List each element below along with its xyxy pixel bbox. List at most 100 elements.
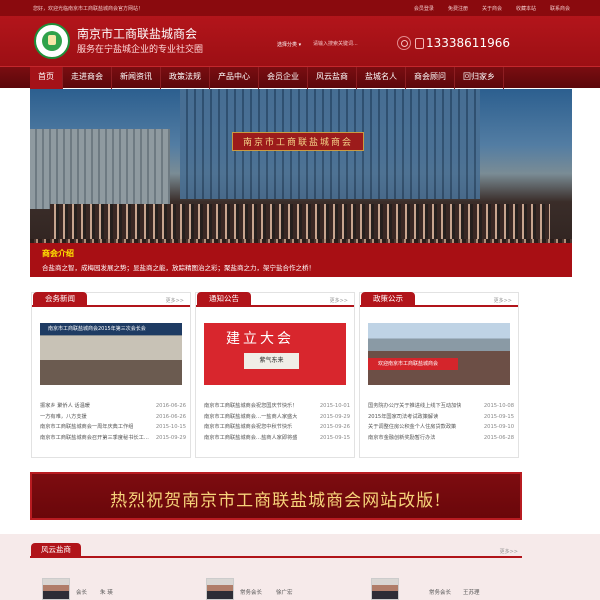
item-date: 2015-09-15 bbox=[319, 434, 350, 441]
nav-item-about[interactable]: 走进商会 bbox=[63, 67, 112, 89]
banner-sign: 南京市工商联盐城商会 bbox=[232, 132, 365, 151]
leaders-section: 风云盐商 更多>> 会长 朱 瑛 常务会长 徐广宏 常务会长 王苏理 bbox=[0, 534, 600, 600]
list-item[interactable]: 南京市工商联盐城商会…盐商人家即将盛 2015-09-15 bbox=[204, 433, 350, 444]
nav-item-celebrities[interactable]: 盐城名人 bbox=[357, 67, 406, 89]
leader-role: 常务会长 bbox=[429, 590, 452, 596]
nav-item-hometown[interactable]: 回归家乡 bbox=[455, 67, 504, 89]
leader-photo[interactable] bbox=[42, 578, 70, 600]
search-icon[interactable] bbox=[397, 36, 411, 50]
list-item[interactable]: 2015年国家司法考试政策解读 2015-09-15 bbox=[368, 412, 514, 423]
leader-name: 徐广宏 bbox=[276, 590, 293, 596]
news-list: 振家乡 聚侨人 话温暖 2016-06-26 一方有难，八方支援 2016-06-2… bbox=[40, 401, 186, 443]
leader-role: 会长 bbox=[76, 590, 88, 596]
item-date: 2016-06-26 bbox=[155, 413, 186, 420]
news-image[interactable]: 南京市工商联盐城商会2015年第三次会长会 bbox=[40, 323, 182, 385]
contact-link[interactable]: 联系商会 bbox=[550, 5, 570, 12]
policy-image[interactable]: 欢迎南京市工商联盐城商会 bbox=[368, 323, 510, 385]
column-title[interactable]: 会务新闻 bbox=[33, 292, 87, 306]
list-item[interactable]: 振家乡 聚侨人 话温暖 2016-06-26 bbox=[40, 401, 186, 412]
list-item[interactable]: 关于调整住房公积金个人住房贷款政策 2015-09-10 bbox=[368, 422, 514, 433]
item-title[interactable]: 2015年国家司法考试政策解读 bbox=[368, 412, 438, 423]
site-title: 南京市工商联盐城商会 bbox=[77, 27, 198, 41]
list-item[interactable]: 南京市工商联盐城商会祝您中秋节快乐 2015-09-26 bbox=[204, 422, 350, 433]
item-date: 2015-09-26 bbox=[319, 424, 350, 430]
item-title[interactable]: 南京市工商联盐城商会一周年庆典工作组 bbox=[40, 422, 133, 433]
nav-item-news[interactable]: 新闻资讯 bbox=[112, 67, 161, 89]
list-item[interactable]: 南京市工商联盐城商会召开第三季度秘书长工作会 2015-09-29 bbox=[40, 433, 186, 444]
leader-role: 常务会长 bbox=[240, 590, 263, 596]
welcome-text: 您好，欢迎光临南京市工商联盐城商会官方网站！ bbox=[33, 6, 144, 12]
more-link[interactable]: 更多>> bbox=[166, 297, 184, 304]
nav-item-policy[interactable]: 政策法规 bbox=[161, 67, 210, 89]
column-title[interactable]: 通知公告 bbox=[197, 292, 251, 306]
about-link[interactable]: 关于商会 bbox=[482, 5, 502, 12]
image-subcaption: 紫气东来 bbox=[244, 353, 299, 369]
item-date: 2016-06-26 bbox=[155, 403, 186, 409]
item-title[interactable]: 南京市金融创新奖励暂行办法 bbox=[368, 433, 435, 444]
caption-text: 合盐商之智，成梅园发展之势；显盐商之能，放踪精图治之彩；聚盐商之力，架宁盐合作之… bbox=[42, 264, 315, 272]
top-links: 会员登录 免费注册 关于商会 收藏本站 联系商会 bbox=[414, 5, 570, 12]
section-title[interactable]: 风云盐商 bbox=[31, 543, 81, 557]
item-title[interactable]: 南京市工商联盐城商会祝您国庆节快乐！ bbox=[204, 401, 297, 412]
more-link[interactable]: 更多>> bbox=[494, 297, 512, 304]
nav-item-products[interactable]: 产品中心 bbox=[210, 67, 259, 89]
image-caption: 南京市工商联盐城商会2015年第三次会长会 bbox=[40, 323, 182, 335]
news-column: 会务新闻 更多>> 南京市工商联盐城商会2015年第三次会长会 振家乡 聚侨人 … bbox=[31, 292, 191, 458]
list-item[interactable]: 南京市工商联盐城商会…一盐商人家盛大 2015-09-29 bbox=[204, 412, 350, 423]
item-date: 2015-09-29 bbox=[155, 434, 186, 441]
login-link[interactable]: 会员登录 bbox=[414, 5, 434, 12]
notice-image[interactable]: 建立大会 紫气东来 bbox=[204, 323, 346, 385]
policy-list: 国务院办公厅关于推进线上线下互动加快 2015-10-08 2015年国家司法考试… bbox=[368, 401, 514, 443]
top-bar: 您好，欢迎光临南京市工商联盐城商会官方网站！ 会员登录 免费注册 关于商会 收藏… bbox=[0, 0, 600, 16]
list-item[interactable]: 南京市金融创新奖励暂行办法 2015-06-28 bbox=[368, 433, 514, 444]
list-item[interactable]: 南京市工商联盐城商会一周年庆典工作组 2015-10-15 bbox=[40, 422, 186, 433]
item-date: 2015-09-10 bbox=[483, 424, 514, 430]
list-item[interactable]: 一方有难，八方支援 2016-06-26 bbox=[40, 412, 186, 423]
item-title[interactable]: 南京市工商联盐城商会…盐商人家即将盛 bbox=[204, 433, 297, 444]
notice-column: 通知公告 更多>> 建立大会 紫气东来 南京市工商联盐城商会祝您国庆节快乐！ 20… bbox=[195, 292, 355, 458]
more-link[interactable]: 更多>> bbox=[500, 548, 518, 555]
congrats-banner: 热烈祝贺南京市工商联盐城商会网站改版! bbox=[30, 472, 522, 520]
nav-item-home[interactable]: 首页 bbox=[30, 67, 63, 89]
policy-column: 政策公示 更多>> 欢迎南京市工商联盐城商会 国务院办公厅关于推进线上线下互动加… bbox=[359, 292, 519, 458]
item-date: 2015-09-29 bbox=[319, 413, 350, 420]
caption-title[interactable]: 商会介绍 bbox=[42, 248, 74, 259]
leader-name: 王苏理 bbox=[463, 590, 480, 596]
congrats-text: 热烈祝贺南京市工商联盐城商会网站改版! bbox=[110, 491, 442, 511]
site-subtitle: 服务在宁盐城企业的专业社交圈 bbox=[77, 45, 204, 55]
leader-photo[interactable] bbox=[371, 578, 399, 600]
item-title[interactable]: 一方有难，八方支援 bbox=[40, 412, 87, 423]
image-caption: 欢迎南京市工商联盐城商会 bbox=[368, 358, 458, 370]
item-title[interactable]: 南京市工商联盐城商会召开第三季度秘书长工作会 bbox=[40, 433, 150, 444]
nav-item-members[interactable]: 会员企业 bbox=[259, 67, 308, 89]
site-header: 南京市工商联盐城商会 服务在宁盐城企业的专业社交圈 选择分类 ▾ 1333861… bbox=[0, 16, 600, 66]
item-date: 2015-10-15 bbox=[155, 424, 186, 430]
item-date: 2015-10-08 bbox=[483, 403, 514, 409]
item-title[interactable]: 南京市工商联盐城商会…一盐商人家盛大 bbox=[204, 412, 297, 423]
column-title[interactable]: 政策公示 bbox=[361, 292, 415, 306]
leader-photo[interactable] bbox=[206, 578, 234, 600]
more-link[interactable]: 更多>> bbox=[330, 297, 348, 304]
list-item[interactable]: 国务院办公厅关于推进线上线下互动加快 2015-10-08 bbox=[368, 401, 514, 412]
nav-item-leaders[interactable]: 风云盐商 bbox=[308, 67, 357, 89]
item-date: 2015-09-15 bbox=[483, 413, 514, 420]
logo-icon[interactable] bbox=[34, 23, 70, 59]
list-item[interactable]: 南京市工商联盐城商会祝您国庆节快乐！ 2015-10-01 bbox=[204, 401, 350, 412]
leader-name: 朱 瑛 bbox=[100, 590, 113, 596]
register-link[interactable]: 免费注册 bbox=[448, 5, 468, 12]
main-nav: 首页 走进商会 新闻资讯 政策法规 产品中心 会员企业 风云盐商 盐城名人 商会… bbox=[0, 66, 600, 89]
notice-list: 南京市工商联盐城商会祝您国庆节快乐！ 2015-10-01 南京市工商联盐城商会…… bbox=[204, 401, 350, 443]
item-title[interactable]: 振家乡 聚侨人 话温暖 bbox=[40, 401, 90, 412]
banner-crowd bbox=[50, 204, 550, 244]
nav-item-advisors[interactable]: 商会顾问 bbox=[406, 67, 455, 89]
item-date: 2015-06-28 bbox=[483, 434, 514, 441]
search-category-select[interactable]: 选择分类 ▾ bbox=[277, 41, 301, 48]
phone-icon bbox=[415, 38, 424, 49]
item-title[interactable]: 国务院办公厅关于推进线上线下互动加快 bbox=[368, 401, 461, 412]
banner-building bbox=[30, 129, 170, 209]
item-date: 2015-10-01 bbox=[319, 403, 350, 409]
search-input[interactable] bbox=[313, 38, 383, 50]
item-title[interactable]: 南京市工商联盐城商会祝您中秋节快乐 bbox=[204, 422, 292, 433]
bookmark-link[interactable]: 收藏本站 bbox=[516, 5, 536, 12]
item-title[interactable]: 关于调整住房公积金个人住房贷款政策 bbox=[368, 422, 456, 433]
